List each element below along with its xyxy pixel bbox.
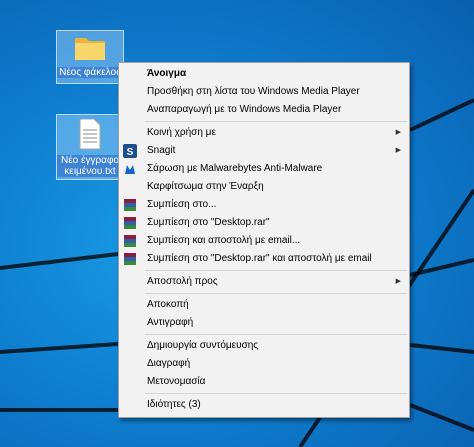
menu-item-label: Άνοιγμα — [147, 68, 187, 79]
menu-item-label: Δημιουργία συντόμευσης — [147, 340, 259, 351]
snagit-icon: S — [123, 144, 137, 158]
menu-item-compress-to[interactable]: Συμπίεση στο... — [119, 196, 409, 214]
menu-item-open[interactable]: Άνοιγμα — [119, 65, 409, 83]
desktop-icon-label-line2: κειμένου.txt — [57, 166, 123, 177]
menu-item-label: Αντιγραφή — [147, 317, 194, 328]
desktop: { "desktop": { "icons": [ {"label": "Νέο… — [0, 0, 474, 447]
menu-item-create-shortcut[interactable]: Δημιουργία συντόμευσης — [119, 337, 409, 355]
menu-item-label: Συμπίεση και αποστολή με email... — [147, 235, 301, 246]
malwarebytes-icon — [125, 165, 135, 174]
menu-separator — [145, 293, 407, 294]
winrar-icon — [124, 199, 136, 211]
menu-separator — [145, 270, 407, 271]
menu-item-label: Snagit — [147, 145, 176, 156]
menu-item-label: Κοινή χρήση με — [147, 127, 216, 138]
menu-item-snagit[interactable]: S Snagit ▶ — [119, 142, 409, 160]
menu-separator — [145, 393, 407, 394]
menu-item-label: Προσθήκη στη λίστα του Windows Media Pla… — [147, 86, 360, 97]
menu-item-label: Συμπίεση στο "Desktop.rar" — [147, 217, 270, 228]
submenu-arrow-icon: ▶ — [395, 129, 401, 136]
svg-text:S: S — [127, 147, 134, 158]
menu-item-label: Συμπίεση στο "Desktop.rar" και αποστολή … — [147, 253, 372, 264]
menu-item-share-with[interactable]: Κοινή χρήση με ▶ — [119, 124, 409, 142]
menu-item-malwarebytes-scan[interactable]: Σάρωση με Malwarebytes Anti-Malware — [119, 160, 409, 178]
menu-item-label: Διαγραφή — [147, 358, 191, 369]
winrar-icon — [124, 253, 136, 265]
desktop-icon-new-folder[interactable]: Νέος φάκελος — [56, 30, 124, 84]
submenu-arrow-icon: ▶ — [395, 147, 401, 154]
menu-item-label: Αποκοπή — [147, 299, 189, 310]
menu-item-label: Αποστολή προς — [147, 276, 218, 287]
menu-item-label: Ιδιότητες (3) — [147, 399, 201, 410]
menu-separator — [145, 334, 407, 335]
context-menu: Άνοιγμα Προσθήκη στη λίστα του Windows M… — [118, 62, 410, 418]
menu-item-compress-rar-and-email[interactable]: Συμπίεση στο "Desktop.rar" και αποστολή … — [119, 250, 409, 268]
menu-item-label: Αναπαραγωγή με το Windows Media Player — [147, 104, 342, 115]
menu-item-pin-to-start[interactable]: Καρφίτσωμα στην Έναρξη — [119, 178, 409, 196]
menu-separator — [145, 121, 407, 122]
menu-item-delete[interactable]: Διαγραφή — [119, 355, 409, 373]
text-document-icon — [79, 118, 101, 150]
menu-item-properties[interactable]: Ιδιότητες (3) — [119, 396, 409, 414]
menu-item-add-to-wmp-list[interactable]: Προσθήκη στη λίστα του Windows Media Pla… — [119, 83, 409, 101]
menu-item-play-with-wmp[interactable]: Αναπαραγωγή με το Windows Media Player — [119, 101, 409, 119]
menu-item-label: Μετονομασία — [147, 376, 206, 387]
menu-item-cut[interactable]: Αποκοπή — [119, 296, 409, 314]
desktop-icon-label: Νέος φάκελος — [57, 67, 123, 78]
desktop-icon-label-line1: Νέο έγγραφο — [57, 155, 123, 166]
folder-icon — [75, 38, 105, 60]
menu-item-compress-to-rar[interactable]: Συμπίεση στο "Desktop.rar" — [119, 214, 409, 232]
desktop-icon-new-text-document[interactable]: Νέο έγγραφο κειμένου.txt — [56, 114, 124, 180]
submenu-arrow-icon: ▶ — [395, 278, 401, 285]
menu-item-label: Καρφίτσωμα στην Έναρξη — [147, 181, 264, 192]
menu-item-label: Συμπίεση στο... — [147, 199, 217, 210]
menu-item-label: Σάρωση με Malwarebytes Anti-Malware — [147, 163, 323, 174]
menu-item-rename[interactable]: Μετονομασία — [119, 373, 409, 391]
menu-item-copy[interactable]: Αντιγραφή — [119, 314, 409, 332]
menu-item-send-to[interactable]: Αποστολή προς ▶ — [119, 273, 409, 291]
winrar-icon — [124, 217, 136, 229]
menu-item-compress-and-email[interactable]: Συμπίεση και αποστολή με email... — [119, 232, 409, 250]
winrar-icon — [124, 235, 136, 247]
